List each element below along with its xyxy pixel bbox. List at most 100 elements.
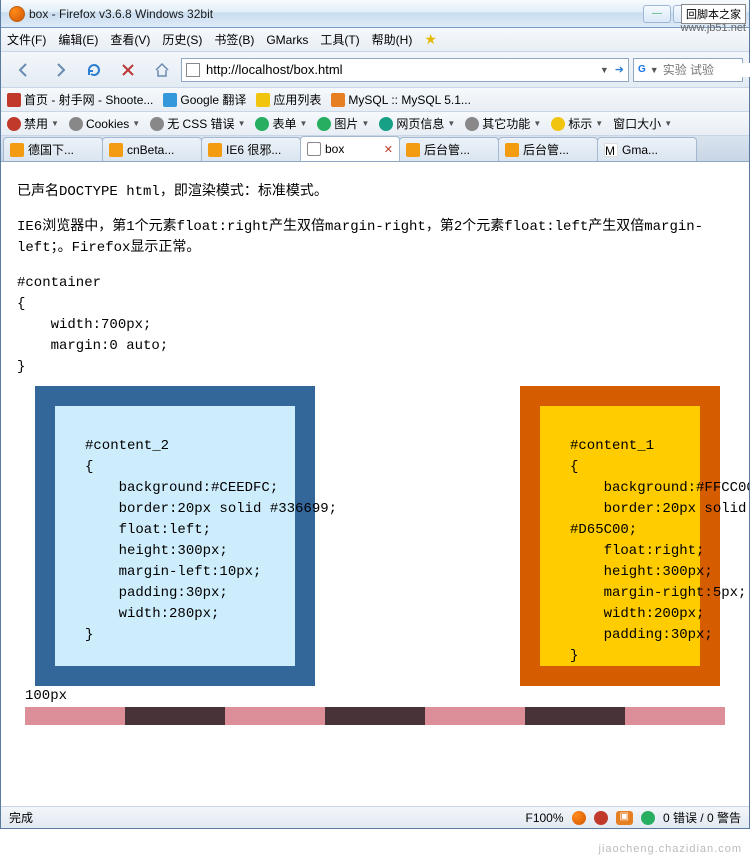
misc-icon xyxy=(465,117,479,131)
outline-icon xyxy=(551,117,565,131)
form-icon xyxy=(255,117,269,131)
ruler-segment xyxy=(625,707,725,725)
ruler-segment xyxy=(325,707,425,725)
corner-badge-url: www.jb51.net xyxy=(681,22,746,34)
search-engine-dropdown-icon[interactable]: ▼ xyxy=(650,65,659,75)
favicon-icon xyxy=(406,143,420,157)
webdev-toolbar: 禁用▼ Cookies▼ 无 CSS 错误▼ 表单▼ 图片▼ 网页信息▼ 其它功… xyxy=(1,112,749,136)
url-input[interactable] xyxy=(206,62,594,77)
reload-button[interactable] xyxy=(79,55,109,85)
tab[interactable]: IE6 很邪... xyxy=(201,137,301,161)
content-2-box: #content_2 { background:#CEEDFC; border:… xyxy=(35,386,315,686)
menu-star-icon[interactable]: ★ xyxy=(424,31,437,48)
addon-icon[interactable]: ▣ xyxy=(616,811,633,825)
ruler-segment xyxy=(525,707,625,725)
adblock-icon[interactable] xyxy=(594,811,608,825)
status-errors[interactable]: 0 错误 / 0 警告 xyxy=(663,809,741,826)
firefox-icon xyxy=(9,6,25,22)
menu-bar: 文件(F) 编辑(E) 查看(V) 历史(S) 书签(B) GMarks 工具(… xyxy=(1,28,749,52)
menu-file[interactable]: 文件(F) xyxy=(7,31,46,48)
devbar-outline[interactable]: 标示▼ xyxy=(551,115,603,132)
ruler: 100px xyxy=(25,686,725,725)
cookie-icon xyxy=(69,117,83,131)
devbar-forms[interactable]: 表单▼ xyxy=(255,115,307,132)
bookmarks-toolbar: 首页 - 射手网 - Shoote... Google 翻译 应用列表 MySQ… xyxy=(1,88,749,112)
url-bar[interactable]: ▼ ➜ xyxy=(181,58,629,82)
info-icon xyxy=(379,117,393,131)
tab-strip: 德国下... cnBeta... IE6 很邪... box ✕ 后台管... 后… xyxy=(1,136,749,162)
devbar-info[interactable]: 网页信息▼ xyxy=(379,115,455,132)
back-button[interactable] xyxy=(7,55,41,85)
bookmark-item[interactable]: 首页 - 射手网 - Shoote... xyxy=(7,91,153,108)
tab-label: IE6 很邪... xyxy=(226,141,294,158)
menu-gmarks[interactable]: GMarks xyxy=(266,33,308,47)
ruler-label: 100px xyxy=(25,688,67,704)
page-paragraph: IE6浏览器中，第1个元素float:right产生双倍margin-right… xyxy=(17,217,733,259)
tab[interactable]: 后台管... xyxy=(399,137,499,161)
minimize-button[interactable]: — xyxy=(643,5,671,23)
go-button[interactable]: ➜ xyxy=(615,63,624,76)
ruler-segment xyxy=(25,707,125,725)
image-icon xyxy=(317,117,331,131)
devbar-images[interactable]: 图片▼ xyxy=(317,115,369,132)
stop-button[interactable] xyxy=(113,55,143,85)
gmail-icon: M xyxy=(604,143,618,157)
favicon-icon xyxy=(7,93,21,107)
tab-label: cnBeta... xyxy=(127,143,195,157)
devbar-misc[interactable]: 其它功能▼ xyxy=(465,115,541,132)
status-text: 完成 xyxy=(9,809,33,826)
google-icon[interactable]: G xyxy=(638,63,646,77)
bookmark-item[interactable]: MySQL :: MySQL 5.1... xyxy=(331,93,470,107)
demo-container: #content_1 { background:#FFCC00; border:… xyxy=(25,386,725,686)
devbar-resize[interactable]: 窗口大小▼ xyxy=(613,115,672,132)
watermark-text: jiaocheng.chazidian.com xyxy=(599,843,742,855)
window-titlebar: box - Firefox v3.6.8 Windows 32bit — ☐ ✕… xyxy=(1,0,749,28)
bookmark-label: 应用列表 xyxy=(273,91,321,108)
menu-view[interactable]: 查看(V) xyxy=(110,31,150,48)
page-paragraph: 已声名DOCTYPE html，即渲染模式：标准模式。 xyxy=(17,182,733,203)
bookmark-item[interactable]: 应用列表 xyxy=(256,91,321,108)
status-bar: 完成 F100% ▣ 0 错误 / 0 警告 xyxy=(1,806,749,828)
menu-bookmarks[interactable]: 书签(B) xyxy=(214,31,254,48)
home-button[interactable] xyxy=(147,55,177,85)
url-dropdown-icon[interactable]: ▼ xyxy=(600,65,609,75)
search-input[interactable] xyxy=(663,63,750,77)
ruler-segment xyxy=(225,707,325,725)
devbar-disable[interactable]: 禁用▼ xyxy=(7,115,59,132)
devbar-cookies[interactable]: Cookies▼ xyxy=(69,117,140,131)
status-ok-icon xyxy=(641,811,655,825)
bookmark-label: 首页 - 射手网 - Shoote... xyxy=(24,91,153,108)
bookmark-item[interactable]: Google 翻译 xyxy=(163,91,246,108)
tab-label: 后台管... xyxy=(424,141,492,158)
page-identity-icon[interactable] xyxy=(186,63,200,77)
firefox-status-icon[interactable] xyxy=(572,811,586,825)
search-bar[interactable]: G ▼ 🔍 xyxy=(633,58,743,82)
page-icon xyxy=(307,142,321,156)
tab[interactable]: cnBeta... xyxy=(102,137,202,161)
corner-badge: 回脚本之家 xyxy=(681,4,746,24)
menu-edit[interactable]: 编辑(E) xyxy=(58,31,98,48)
page-viewport[interactable]: 已声名DOCTYPE html，即渲染模式：标准模式。 IE6浏览器中，第1个元… xyxy=(1,162,749,806)
favicon-icon xyxy=(505,143,519,157)
favicon-icon xyxy=(10,143,24,157)
tab[interactable]: 德国下... xyxy=(3,137,103,161)
menu-help[interactable]: 帮助(H) xyxy=(372,31,413,48)
bookmark-label: Google 翻译 xyxy=(180,91,246,108)
tab[interactable]: 后台管... xyxy=(498,137,598,161)
favicon-icon xyxy=(109,143,123,157)
tab-label: 后台管... xyxy=(523,141,591,158)
tab-label: 德国下... xyxy=(28,141,96,158)
favicon-icon xyxy=(163,93,177,107)
tab-close-icon[interactable]: ✕ xyxy=(384,143,393,156)
menu-tools[interactable]: 工具(T) xyxy=(320,31,359,48)
nav-toolbar: ▼ ➜ G ▼ 🔍 xyxy=(1,52,749,88)
tab-active[interactable]: box ✕ xyxy=(300,136,400,161)
forward-button[interactable] xyxy=(45,55,75,85)
menu-history[interactable]: 历史(S) xyxy=(162,31,202,48)
status-zoom[interactable]: F100% xyxy=(525,811,563,825)
tab-label: Gma... xyxy=(622,143,690,157)
favicon-icon xyxy=(208,143,222,157)
tab[interactable]: M Gma... xyxy=(597,137,697,161)
tab-label: box xyxy=(325,142,380,156)
devbar-css[interactable]: 无 CSS 错误▼ xyxy=(150,115,245,132)
